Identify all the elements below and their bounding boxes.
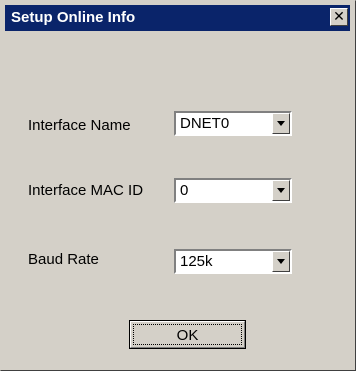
baud-rate-label: Baud Rate	[28, 251, 99, 268]
ok-button-label: OK	[176, 327, 199, 344]
interface-mac-id-label: Interface MAC ID	[28, 182, 144, 199]
dialog-title: Setup Online Info	[11, 9, 136, 26]
setup-online-info-dialog: Setup Online Info ✕ Interface Name DNET0…	[0, 0, 356, 371]
interface-name-dropdown[interactable]: DNET0	[174, 111, 292, 136]
interface-mac-id-value: 0	[180, 182, 189, 199]
baud-rate-dropdown-button[interactable]	[272, 251, 290, 272]
baud-rate-value: 125k	[180, 253, 213, 270]
interface-name-dropdown-button[interactable]	[272, 113, 290, 134]
title-bar[interactable]: Setup Online Info ✕	[5, 5, 350, 31]
baud-rate-dropdown[interactable]: 125k	[174, 249, 292, 274]
chevron-down-icon	[277, 121, 285, 126]
interface-mac-id-dropdown-button[interactable]	[272, 180, 290, 201]
ok-button[interactable]: OK	[129, 320, 246, 349]
close-button[interactable]: ✕	[330, 8, 348, 26]
interface-mac-id-dropdown[interactable]: 0	[174, 178, 292, 203]
chevron-down-icon	[277, 188, 285, 193]
interface-name-label: Interface Name	[28, 117, 131, 134]
chevron-down-icon	[277, 259, 285, 264]
interface-name-value: DNET0	[180, 115, 230, 132]
close-icon: ✕	[333, 9, 345, 25]
